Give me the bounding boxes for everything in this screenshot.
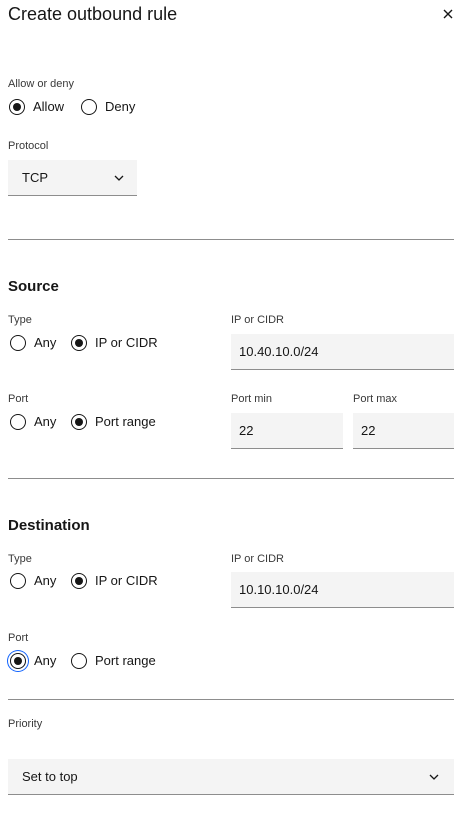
divider (8, 699, 454, 700)
source-ip-input[interactable]: 10.40.10.0/24 (231, 334, 454, 370)
source-port-any-label: Any (34, 414, 57, 429)
deny-radio-label: Deny (105, 99, 136, 114)
radio-unchecked-icon (81, 99, 97, 115)
radio-checked-icon (71, 573, 87, 589)
protocol-value: TCP (22, 169, 48, 185)
radio-unchecked-icon (71, 653, 87, 669)
chevron-down-icon (114, 175, 124, 181)
destination-ip-input[interactable]: 10.10.10.0/24 (231, 572, 454, 608)
destination-port-any-label: Any (34, 653, 57, 668)
source-port-label: Port (8, 393, 29, 405)
source-port-range-radio[interactable]: Port range (71, 414, 156, 430)
destination-type-label: Type (8, 553, 32, 565)
radio-unchecked-icon (10, 573, 26, 589)
destination-port-label: Port (8, 632, 29, 644)
port-max-input[interactable]: 22 (353, 413, 454, 449)
destination-port-range-radio[interactable]: Port range (71, 653, 156, 669)
port-min-label: Port min (231, 393, 272, 405)
protocol-select[interactable]: TCP (8, 160, 137, 196)
priority-label: Priority (8, 718, 43, 730)
radio-unchecked-icon (10, 335, 26, 351)
destination-type-any-label: Any (34, 573, 57, 588)
destination-heading: Destination (8, 517, 90, 534)
source-type-label: Type (8, 314, 32, 326)
port-min-input[interactable]: 22 (231, 413, 343, 449)
dialog-title: Create outbound rule (8, 4, 178, 24)
priority-value: Set to top (22, 768, 78, 784)
source-type-ip-label: IP or CIDR (95, 335, 158, 350)
radio-checked-icon (71, 414, 87, 430)
radio-checked-icon (71, 335, 87, 351)
allow-radio-label: Allow (33, 99, 65, 114)
deny-radio[interactable]: Deny (81, 99, 135, 115)
source-ip-label: IP or CIDR (231, 314, 284, 326)
destination-port-range-label: Port range (95, 653, 156, 668)
destination-type-ip-label: IP or CIDR (95, 573, 158, 588)
source-type-any-radio[interactable]: Any (10, 335, 56, 351)
divider (8, 478, 454, 479)
source-port-any-radio[interactable]: Any (10, 414, 56, 430)
priority-select[interactable]: Set to top (8, 759, 454, 795)
source-type-any-label: Any (34, 335, 57, 350)
source-port-range-label: Port range (95, 414, 156, 429)
port-max-label: Port max (353, 393, 398, 405)
destination-port-any-radio[interactable]: Any (10, 653, 56, 669)
radio-unchecked-icon (10, 414, 26, 430)
destination-type-any-radio[interactable]: Any (10, 573, 56, 589)
protocol-label: Protocol (8, 140, 49, 152)
allow-deny-label: Allow or deny (8, 78, 75, 90)
destination-ip-label: IP or CIDR (231, 553, 284, 565)
source-heading: Source (8, 278, 59, 295)
destination-type-ip-radio[interactable]: IP or CIDR (71, 573, 158, 589)
radio-checked-icon (10, 653, 26, 669)
chevron-down-icon (429, 774, 439, 780)
radio-checked-icon (9, 99, 25, 115)
close-icon[interactable] (440, 6, 456, 22)
source-type-ip-radio[interactable]: IP or CIDR (71, 335, 158, 351)
divider (8, 239, 454, 240)
allow-radio[interactable]: Allow (9, 99, 64, 115)
